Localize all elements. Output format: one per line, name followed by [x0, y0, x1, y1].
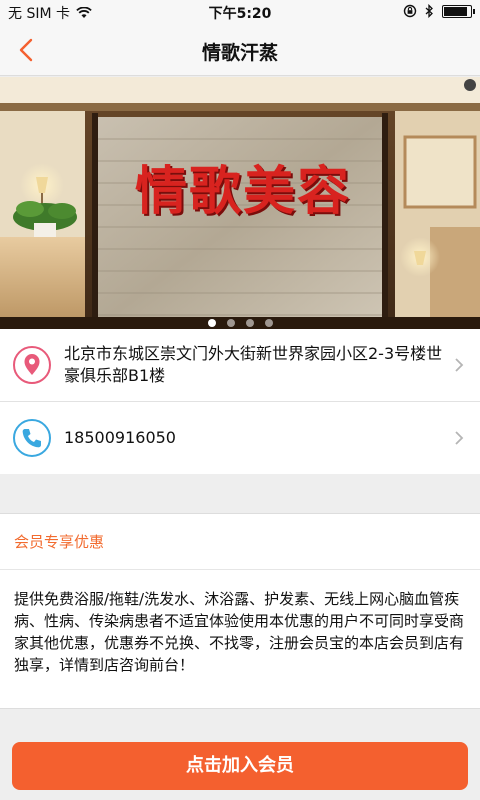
battery-icon — [442, 4, 475, 18]
phone-icon — [13, 419, 51, 457]
bluetooth-icon — [425, 4, 433, 18]
orientation-lock-icon — [403, 4, 417, 18]
promo-description: 提供免费浴服/拖鞋/洗发水、沐浴露、护发素、无线上网心脑血管疾病、性病、传染病患… — [14, 590, 465, 674]
carousel-indicator — [0, 319, 480, 327]
promo-title: 会员专享优惠 — [0, 514, 480, 570]
carousel-dot[interactable] — [245, 319, 254, 327]
phone-row[interactable]: 18500916050 — [0, 402, 480, 474]
banner-sign-text: 情歌美容 — [134, 161, 351, 222]
navigation-bar: 情歌汗蒸 — [0, 24, 480, 76]
chevron-right-icon — [455, 431, 464, 445]
phone-number: 18500916050 — [64, 428, 176, 447]
status-bar: 无 SIM 卡 下午5:20 — [0, 0, 480, 24]
address-row[interactable]: 北京市东城区崇文门外大街新世界家园小区2-3号楼世豪俱乐部B1楼 — [0, 329, 480, 402]
member-promo-card: 会员专享优惠 提供免费浴服/拖鞋/洗发水、沐浴露、护发素、无线上网心脑血管疾病、… — [0, 513, 480, 709]
banner-carousel[interactable]: 情歌美容 — [0, 77, 480, 329]
chevron-right-icon — [455, 358, 464, 372]
carousel-dot[interactable] — [264, 319, 273, 327]
page-title: 情歌汗蒸 — [201, 42, 278, 64]
join-member-button[interactable]: 点击加入会员 — [12, 742, 468, 790]
status-right — [403, 4, 475, 18]
location-pin-icon — [13, 346, 51, 384]
store-info: 北京市东城区崇文门外大街新世界家园小区2-3号楼世豪俱乐部B1楼 1850091… — [0, 329, 480, 474]
battery-level — [444, 6, 467, 16]
address-text: 北京市东城区崇文门外大街新世界家园小区2-3号楼世豪俱乐部B1楼 — [64, 344, 443, 385]
carousel-dot[interactable] — [207, 319, 216, 327]
carousel-dot[interactable] — [226, 319, 235, 327]
